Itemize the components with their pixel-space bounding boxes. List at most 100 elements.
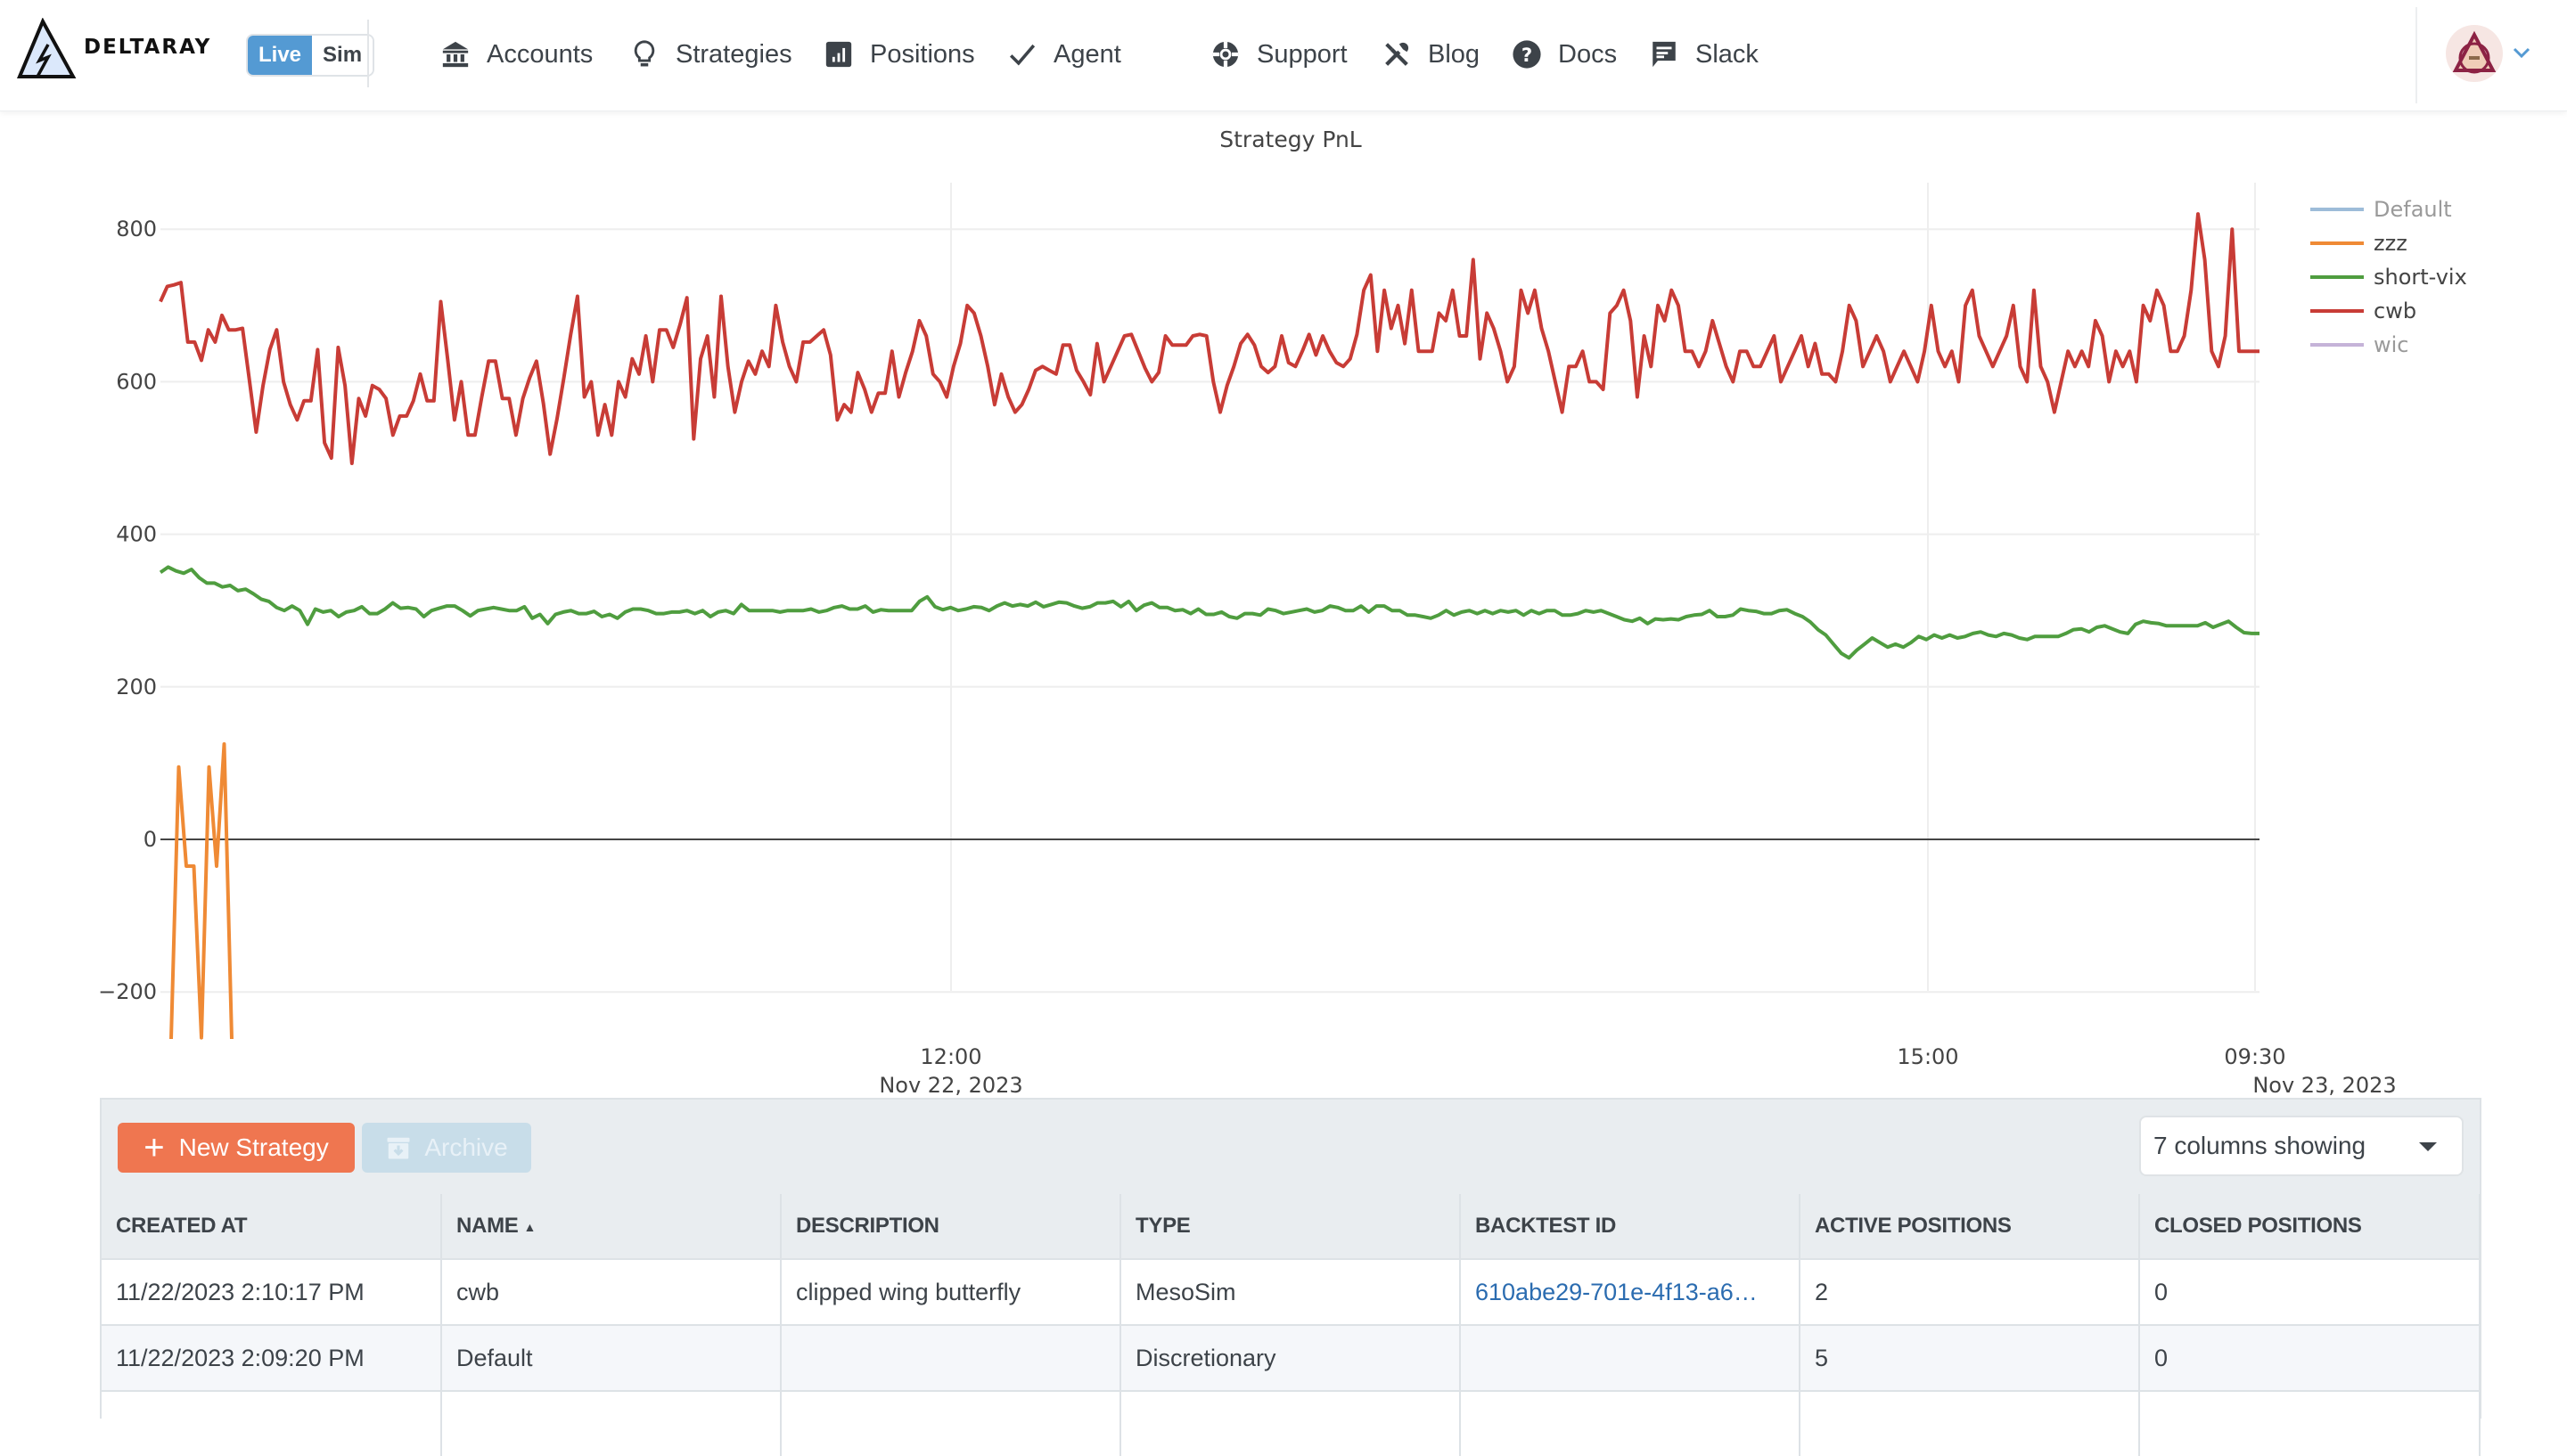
y-tick-label: 400 [116,522,157,547]
cell-description: clipped wing butterfly [781,1258,1121,1325]
y-tick-label: 0 [144,827,157,852]
cell-backtest-id-link[interactable] [1460,1324,1800,1391]
avatar-triangle-icon [2452,30,2497,74]
cell-empty [1460,1390,1800,1456]
user-avatar[interactable] [2446,25,2503,82]
column-header-backtest-id[interactable]: Backtest ID [1460,1194,1800,1259]
y-tick-label: 600 [116,369,157,394]
table-row[interactable] [102,1390,2481,1456]
chevron-down-icon[interactable] [2512,43,2531,62]
nav-accounts[interactable]: Accounts [440,32,593,77]
cell-backtest-id-link[interactable]: 610abe29-701e-4f13-a6… [1460,1258,1800,1325]
column-header-type[interactable]: Type [1120,1194,1461,1259]
x-tick-label: 09:30 [2224,1044,2285,1069]
tools-icon [1385,42,1409,66]
table-header-row: Created At Name ▲ Description Type Backte… [102,1194,2481,1259]
sim-mode-button[interactable]: Sim [312,36,373,75]
brand-name: DELTARAY [84,36,212,59]
nav-blog[interactable]: Blog [1382,32,1480,77]
chat-icon [1653,41,1676,68]
cell-description [781,1324,1121,1391]
cell-name: cwb [441,1258,782,1325]
strategies-table-panel: + New Strategy Archive 7 columns showing… [100,1098,2481,1456]
question-circle-icon: ? [1513,40,1541,69]
column-header-name-label: Name [456,1214,519,1238]
deltaray-logo-icon[interactable] [16,18,78,80]
archive-icon [387,1137,410,1159]
nav-blog-label: Blog [1428,39,1480,69]
cell-empty [2139,1390,2481,1456]
table-row[interactable]: 11/22/2023 2:10:17 PM cwb clipped wing b… [102,1258,2481,1325]
nav-support-label: Support [1257,39,1348,69]
lightbulb-icon [634,40,655,67]
archive-button[interactable]: Archive [362,1123,531,1173]
new-strategy-button[interactable]: + New Strategy [118,1123,355,1173]
column-header-description[interactable]: Description [781,1194,1121,1259]
nav-strategies[interactable]: Strategies [629,32,792,77]
column-header-created-at[interactable]: Created At [102,1194,442,1259]
cell-type: MesoSim [1120,1258,1461,1325]
new-strategy-label: New Strategy [178,1133,329,1161]
check-icon [1009,44,1036,66]
table-row[interactable]: 11/22/2023 2:09:20 PM Default Discretion… [102,1324,2481,1391]
legend-item-Default[interactable]: Default [2374,197,2452,222]
columns-visibility-select[interactable]: 7 columns showing [2139,1116,2464,1176]
x-tick-date-label: Nov 22, 2023 [879,1073,1022,1098]
lifebuoy-icon [1212,41,1239,68]
cell-empty [1120,1390,1461,1456]
nav-slack-label: Slack [1695,39,1759,69]
y-tick-label: 800 [116,217,157,241]
cell-empty [1800,1390,2140,1456]
y-tick-label: −200 [98,979,157,1004]
sort-ascending-icon: ▲ [523,1219,537,1234]
strategies-table: Created At Name ▲ Description Type Backte… [102,1194,2481,1456]
cell-empty [441,1390,782,1456]
legend-item-zzz[interactable]: zzz [2374,231,2407,256]
cell-type: Discretionary [1120,1324,1461,1391]
series-line-zzz [169,742,234,1040]
column-header-active-positions[interactable]: Active Positions [1800,1194,2140,1259]
plus-icon: + [144,1128,165,1167]
cell-created-at: 11/22/2023 2:10:17 PM [102,1258,442,1325]
cell-empty [781,1390,1121,1456]
legend-item-cwb[interactable]: cwb [2374,299,2416,323]
cell-active-positions: 2 [1800,1258,2140,1325]
legend-item-short-vix[interactable]: short-vix [2374,265,2467,290]
bar-chart-icon [825,41,852,68]
caret-down-icon [2419,1142,2437,1151]
nav-positions[interactable]: Positions [824,32,975,77]
archive-label: Archive [424,1133,508,1161]
cell-created-at: 11/22/2023 2:09:20 PM [102,1324,442,1391]
svg-text:?: ? [1521,45,1532,67]
x-tick-date-label: Nov 23, 2023 [2252,1073,2396,1098]
cell-empty [102,1390,442,1456]
nav-agent-label: Agent [1054,39,1121,69]
cell-name: Default [441,1324,782,1391]
divider [2415,7,2417,103]
column-header-closed-positions[interactable]: Closed Positions [2139,1194,2481,1259]
nav-slack[interactable]: Slack [1649,32,1759,77]
live-mode-button[interactable]: Live [248,36,313,75]
nav-agent[interactable]: Agent [1007,32,1121,77]
nav-support[interactable]: Support [1210,32,1348,77]
nav-docs-label: Docs [1558,39,1618,69]
nav-positions-label: Positions [870,39,975,69]
top-navbar: DELTARAY Live Sim Accounts Strategies Po… [0,0,2567,111]
live-sim-toggle[interactable]: Live Sim [246,34,375,77]
legend-item-wic[interactable]: wic [2374,332,2409,357]
bank-icon [442,41,469,68]
x-tick-label: 15:00 [1897,1044,1958,1069]
divider [367,20,369,87]
series-line-cwb [159,212,2259,465]
strategy-pnl-chart[interactable]: −200 0 200 400 600 800 12:00 Nov 22, 2023 15:00 0… [0,143,2567,1105]
x-tick-label: 12:00 [920,1044,981,1069]
nav-accounts-label: Accounts [487,39,594,69]
cell-closed-positions: 0 [2139,1258,2481,1325]
column-header-name[interactable]: Name ▲ [441,1194,782,1259]
columns-select-value: 7 columns showing [2153,1132,2366,1159]
y-tick-label: 200 [116,675,157,699]
nav-strategies-label: Strategies [676,39,792,69]
cell-active-positions: 5 [1800,1324,2140,1391]
nav-docs[interactable]: ? Docs [1512,32,1617,77]
cell-closed-positions: 0 [2139,1324,2481,1391]
